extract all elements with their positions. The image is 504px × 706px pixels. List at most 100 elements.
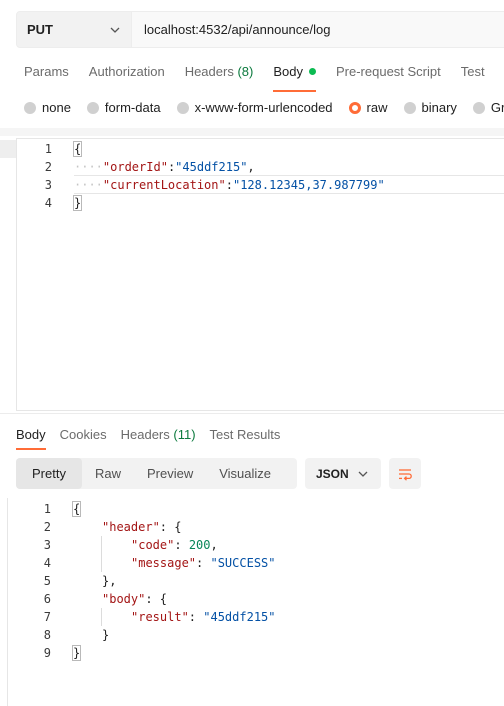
radio-selected-icon xyxy=(348,101,361,114)
request-body-editor[interactable]: 1 2 3 4 { ····"orderId":"45ddf215", ····… xyxy=(16,138,504,411)
code-line: { xyxy=(72,140,83,158)
tab-body[interactable]: Body xyxy=(273,64,316,92)
radio-circle-icon xyxy=(176,101,189,114)
line-number: 9 xyxy=(43,646,51,660)
tab-authorization[interactable]: Authorization xyxy=(89,64,165,84)
radio-circle-icon xyxy=(24,101,36,114)
tab-response-body[interactable]: Body xyxy=(16,427,46,450)
code-line: }, xyxy=(102,572,116,590)
json-key: "header" xyxy=(102,520,160,534)
view-visualize-button[interactable]: Visualize xyxy=(206,458,284,489)
open-brace: { xyxy=(71,501,82,517)
code-line: "code": 200, xyxy=(131,538,218,552)
chevron-down-icon xyxy=(358,471,368,477)
method-label: PUT xyxy=(27,22,53,37)
radio-none[interactable]: none xyxy=(24,100,71,115)
pane-border xyxy=(7,498,8,706)
radio-x-www-form-urlencoded[interactable]: x-www-form-urlencoded xyxy=(176,100,333,115)
radio-label: none xyxy=(42,100,71,115)
url-input[interactable]: localhost:4532/api/announce/log xyxy=(132,11,504,48)
tab-headers-count: (8) xyxy=(237,64,254,79)
response-tabs: Body Cookies Headers (11) Test Results xyxy=(16,427,294,450)
radio-raw[interactable]: raw xyxy=(348,100,388,115)
tab-params[interactable]: Params xyxy=(24,64,69,84)
response-view-toggle: Pretty Raw Preview Visualize xyxy=(16,458,297,489)
body-type-radios: none form-data x-www-form-urlencoded raw… xyxy=(24,100,504,115)
radio-circle-icon xyxy=(472,101,485,114)
tab-headers[interactable]: Headers (8) xyxy=(185,64,254,84)
status-dot-icon xyxy=(308,68,316,75)
tab-response-headers-count: (11) xyxy=(173,427,196,442)
pane-divider[interactable] xyxy=(0,413,504,414)
json-close: } xyxy=(102,628,110,642)
tab-body-label: Body xyxy=(273,64,303,79)
line-number: 6 xyxy=(43,592,51,606)
json-open: : { xyxy=(159,520,182,534)
view-raw-button[interactable]: Raw xyxy=(82,458,134,489)
current-line-highlight xyxy=(74,175,504,194)
format-select[interactable]: JSON xyxy=(305,458,381,489)
line-number: 8 xyxy=(43,628,51,642)
radio-label: Gr xyxy=(490,100,504,115)
line-number: 3 xyxy=(43,538,51,552)
radio-graphql[interactable]: Gr xyxy=(472,100,504,115)
section-divider xyxy=(0,128,504,136)
code-line: "body": { xyxy=(102,590,167,608)
code-line: } xyxy=(72,194,83,212)
radio-label: form-data xyxy=(104,100,161,115)
json-value: "45ddf215" xyxy=(175,160,248,174)
tab-test-results[interactable]: Test Results xyxy=(210,427,281,442)
line-number: 1 xyxy=(44,142,52,156)
request-bar: PUT localhost:4532/api/announce/log xyxy=(16,11,504,48)
code-line: "result": "45ddf215" xyxy=(131,610,276,624)
json-value: "SUCCESS" xyxy=(210,556,276,570)
tab-pre-request-script[interactable]: Pre-request Script xyxy=(336,64,441,84)
indent-guide xyxy=(101,536,102,572)
radio-label: binary xyxy=(421,100,457,115)
request-tabs: Params Authorization Headers (8) Body Pr… xyxy=(24,64,504,92)
indent-guide xyxy=(101,608,102,626)
code-line: { xyxy=(71,500,82,518)
json-open: : { xyxy=(145,592,168,606)
radio-circle-icon xyxy=(86,101,99,114)
radio-label: x-www-form-urlencoded xyxy=(194,100,333,115)
radio-circle-icon xyxy=(403,101,416,114)
code-line: ····"orderId":"45ddf215", xyxy=(74,158,255,176)
tab-headers-label: Headers xyxy=(184,64,234,79)
wrap-lines-button[interactable] xyxy=(389,458,421,489)
radio-form-data[interactable]: form-data xyxy=(86,100,161,115)
json-key: "result" xyxy=(131,610,189,624)
active-line-marker xyxy=(0,140,17,158)
json-close: }, xyxy=(102,574,117,588)
tab-response-headers[interactable]: Headers (11) xyxy=(121,427,196,442)
json-key: "orderId" xyxy=(102,160,168,174)
line-number: 2 xyxy=(43,520,51,534)
response-body-viewer[interactable]: 1 2 3 4 5 6 7 8 9 { "header": { "code": … xyxy=(16,498,504,698)
indent-guide: ···· xyxy=(74,160,103,174)
code-line: } xyxy=(102,626,109,644)
tab-cookies[interactable]: Cookies xyxy=(60,427,107,442)
wrap-lines-icon xyxy=(399,468,412,481)
view-preview-button[interactable]: Preview xyxy=(134,458,206,489)
json-key: "message" xyxy=(131,556,197,570)
radio-label: raw xyxy=(366,100,388,115)
line-number: 2 xyxy=(44,160,52,174)
json-comma: , xyxy=(247,160,255,174)
line-number: 3 xyxy=(44,178,52,192)
code-line: "message": "SUCCESS" xyxy=(131,556,276,570)
json-value: "45ddf215" xyxy=(203,610,276,624)
method-select[interactable]: PUT xyxy=(16,11,132,48)
line-number: 7 xyxy=(43,610,51,624)
line-number: 1 xyxy=(43,502,51,516)
close-brace: } xyxy=(71,645,82,661)
tab-tests[interactable]: Test xyxy=(461,64,485,84)
close-brace: } xyxy=(72,195,83,211)
code-line: } xyxy=(71,644,82,662)
line-number: 4 xyxy=(44,196,52,210)
json-key: "code" xyxy=(131,538,175,552)
view-pretty-button[interactable]: Pretty xyxy=(16,458,82,489)
line-number: 4 xyxy=(43,556,51,570)
chevron-down-icon xyxy=(110,27,120,33)
radio-binary[interactable]: binary xyxy=(403,100,457,115)
format-label: JSON xyxy=(316,466,349,481)
